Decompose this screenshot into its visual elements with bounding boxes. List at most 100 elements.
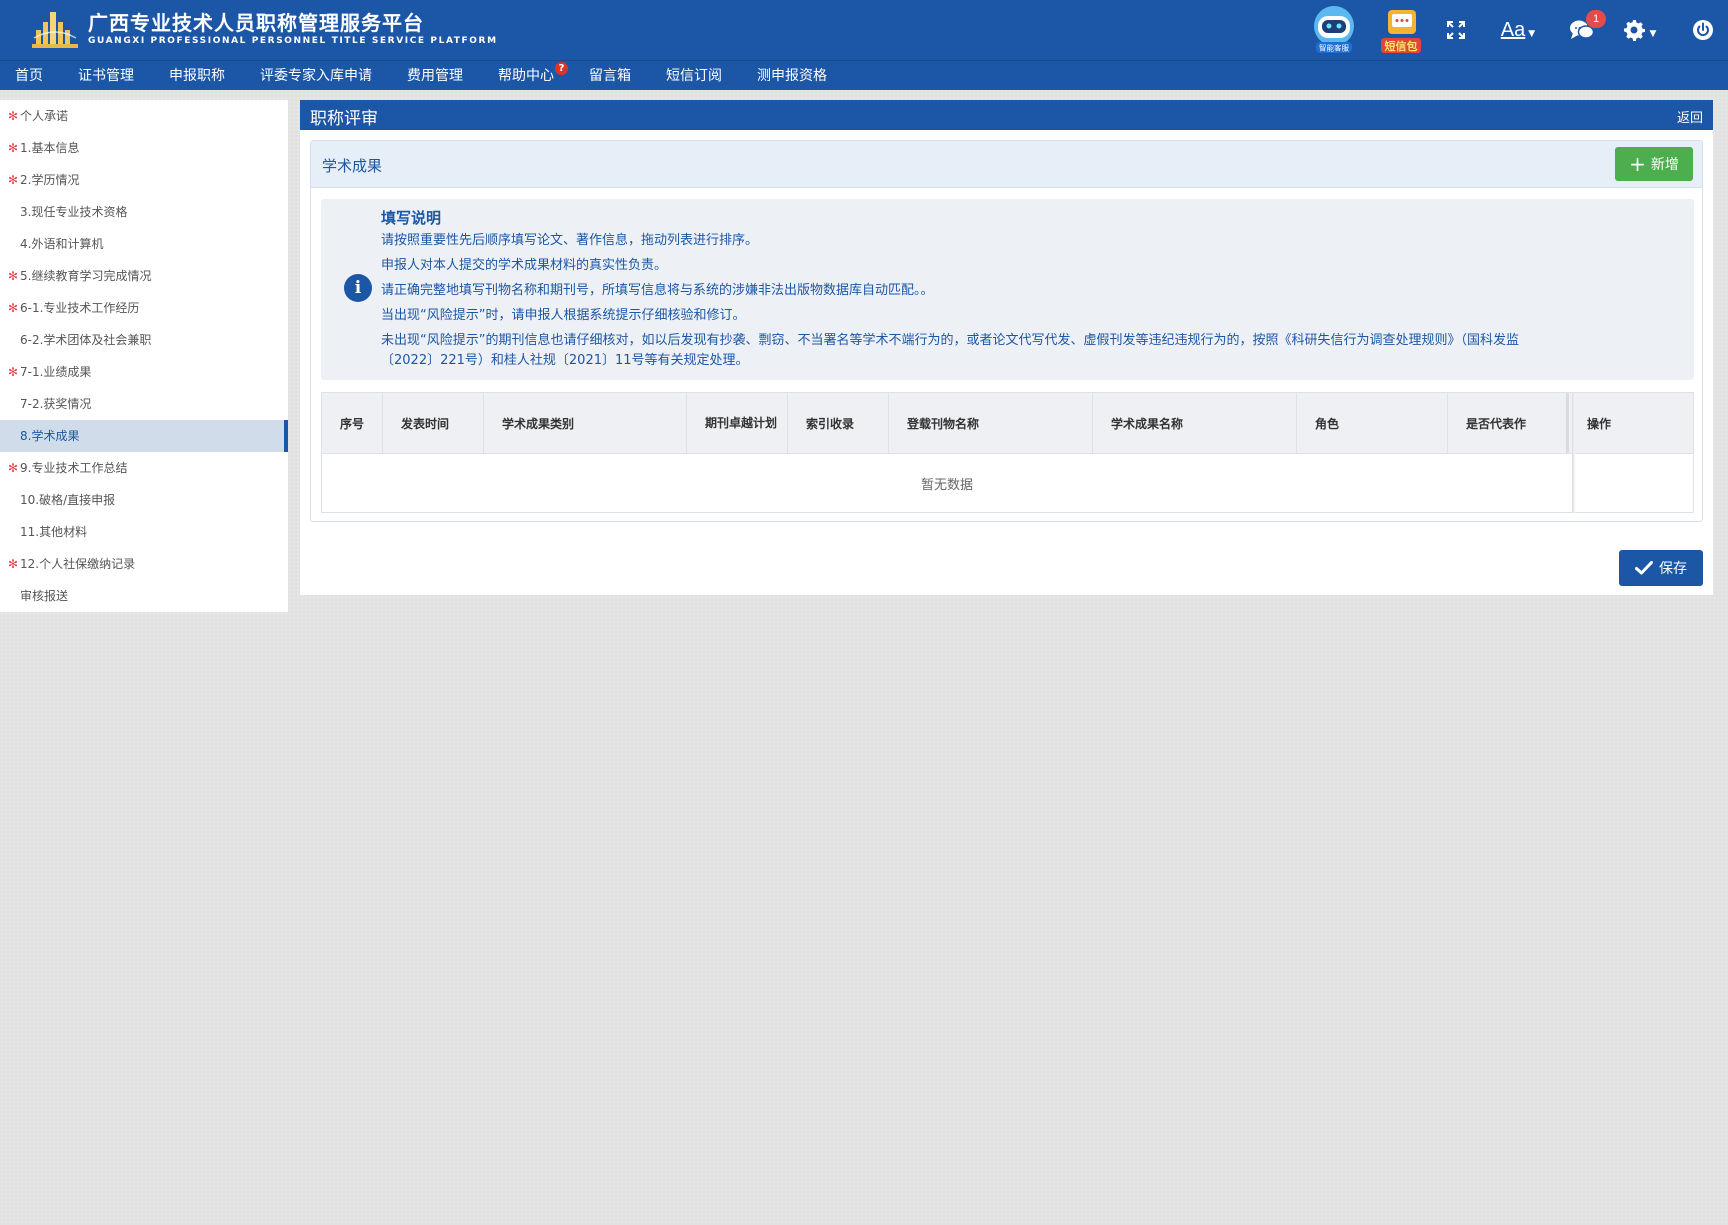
settings-dropdown[interactable]: ▼ bbox=[1614, 0, 1664, 60]
caret-down-icon: ▼ bbox=[1649, 29, 1657, 39]
back-link[interactable]: 返回 bbox=[1677, 107, 1703, 126]
column-header-index[interactable]: 序号 bbox=[322, 393, 383, 453]
sidebar-item-current-qualification[interactable]: 3.现任专业技术资格 bbox=[0, 196, 288, 228]
sidebar-item-academic-groups[interactable]: 6-2.学术团体及社会兼职 bbox=[0, 324, 288, 356]
column-header-actions: 操作 bbox=[1587, 416, 1612, 431]
nav-apply-title[interactable]: 申报职称 bbox=[154, 61, 245, 91]
instruction-line: 请正确完整地填写刊物名称和期刊号，所填写信息将与系统的涉嫌非法出版物数据库自动匹… bbox=[381, 283, 934, 298]
required-asterisk-icon: ✻ bbox=[8, 557, 19, 571]
fullscreen-button[interactable] bbox=[1440, 0, 1472, 60]
robot-icon: 智能客服 bbox=[1314, 6, 1354, 53]
column-header-index-inclusion[interactable]: 索引收录 bbox=[788, 393, 889, 453]
instructions-box: i 填写说明 请按照重要性先后顺序填写论文、著作信息，拖动列表进行排序。 申报人… bbox=[321, 199, 1694, 380]
sidebar-item-continuing-education[interactable]: ✻ 5.继续教育学习完成情况 bbox=[0, 260, 288, 292]
caret-down-icon: ▼ bbox=[1528, 29, 1536, 39]
top-header: 广西专业技术人员职称管理服务平台 GUANGXI PROFESSIONAL PE… bbox=[0, 0, 1728, 60]
svg-text:智能客服: 智能客服 bbox=[1319, 43, 1349, 53]
required-asterisk-icon: ✻ bbox=[8, 365, 19, 379]
nav-certificates[interactable]: 证书管理 bbox=[63, 61, 154, 91]
sidebar-item-exceptional-application[interactable]: 10.破格/直接申报 bbox=[0, 484, 288, 516]
save-button[interactable]: 保存 bbox=[1619, 550, 1703, 586]
sidebar-item-academic-achievements[interactable]: 8.学术成果 bbox=[0, 420, 288, 452]
building-logo-icon bbox=[30, 8, 80, 50]
power-icon bbox=[1693, 20, 1713, 40]
column-header-excellence-plan[interactable]: 期刊卓越计划 bbox=[687, 393, 788, 453]
panel-header: 职称评审 返回 bbox=[300, 100, 1713, 130]
main-panel: 职称评审 返回 学术成果 + 新增 i 填写说明 请按照重要性先后顺序填写论文、… bbox=[300, 100, 1713, 595]
column-header-role[interactable]: 角色 bbox=[1297, 393, 1448, 453]
instruction-line: 〔2022〕221号）和桂人社规〔2021〕11号等有关规定处理。 bbox=[381, 353, 749, 368]
empty-state-text: 暂无数据 bbox=[920, 478, 973, 493]
sidebar-item-submit-review[interactable]: 审核报送 bbox=[0, 580, 288, 612]
add-button[interactable]: + 新增 bbox=[1615, 147, 1693, 181]
sidebar-item-label: 9.专业技术工作总结 bbox=[20, 461, 128, 475]
sidebar-item-label: 12.个人社保缴纳记录 bbox=[20, 557, 136, 571]
logout-button[interactable] bbox=[1686, 0, 1720, 60]
info-icon: i bbox=[344, 274, 372, 302]
sidebar-item-label: 7-2.获奖情况 bbox=[20, 397, 92, 411]
sidebar-item-label: 10.破格/直接申报 bbox=[20, 493, 116, 507]
instruction-line: 未出现“风险提示”的期刊信息也请仔细核对，如以后发现有抄袭、剽窃、不当署名等学术… bbox=[381, 333, 1519, 348]
sidebar-item-label: 4.外语和计算机 bbox=[20, 237, 104, 251]
required-asterisk-icon: ✻ bbox=[8, 301, 19, 315]
help-question-icon: ? bbox=[555, 61, 568, 75]
sidebar-item-basic-info[interactable]: ✻ 1.基本信息 bbox=[0, 132, 288, 164]
nav-message-box[interactable]: 留言箱 bbox=[574, 61, 651, 91]
sidebar-item-other-materials[interactable]: 11.其他材料 bbox=[0, 516, 288, 548]
smart-service-button[interactable]: 智能客服 bbox=[1308, 0, 1360, 60]
sidebar-item-social-security[interactable]: ✻ 12.个人社保缴纳记录 bbox=[0, 548, 288, 580]
required-asterisk-icon: ✻ bbox=[8, 173, 19, 187]
sidebar-item-work-summary[interactable]: ✻ 9.专业技术工作总结 bbox=[0, 452, 288, 484]
step-sidebar: ✻ 个人承诺 ✻ 1.基本信息 ✻ 2.学历情况 3.现任专业技术资格 4.外语和计算… bbox=[0, 100, 288, 612]
sidebar-item-awards[interactable]: 7-2.获奖情况 bbox=[0, 388, 288, 420]
sidebar-item-label: 11.其他材料 bbox=[20, 525, 88, 539]
add-button-label: 新增 bbox=[1650, 157, 1679, 173]
required-asterisk-icon: ✻ bbox=[8, 461, 19, 475]
sidebar-item-label: 审核报送 bbox=[20, 589, 69, 603]
sms-package-icon: 短信包 bbox=[1381, 10, 1421, 53]
sidebar-item-label: 8.学术成果 bbox=[20, 429, 80, 443]
plus-icon: + bbox=[1629, 152, 1646, 176]
sidebar-item-label: 7-1.业绩成果 bbox=[20, 365, 92, 379]
messages-button[interactable]: 1 bbox=[1562, 0, 1606, 60]
column-header-publish-time[interactable]: 发表时间 bbox=[383, 393, 484, 453]
instruction-line: 当出现“风险提示”时，请申报人根据系统提示仔细核验和修订。 bbox=[381, 308, 746, 323]
sidebar-item-work-experience[interactable]: ✻ 6-1.专业技术工作经历 bbox=[0, 292, 288, 324]
table-body: 暂无数据 bbox=[322, 454, 1693, 513]
column-header-journal-name[interactable]: 登载刊物名称 bbox=[889, 393, 1093, 453]
column-header-representative[interactable]: 是否代表作 bbox=[1448, 393, 1569, 453]
nav-sms-subscription[interactable]: 短信订阅 bbox=[651, 61, 742, 91]
message-count-badge: 1 bbox=[1586, 10, 1606, 28]
achievements-table: 序号 发表时间 学术成果类别 期刊卓越计划 索引收录 登载刊物名称 学术成果名称… bbox=[321, 392, 1694, 513]
sidebar-item-education[interactable]: ✻ 2.学历情况 bbox=[0, 164, 288, 196]
sidebar-item-performance[interactable]: ✻ 7-1.业绩成果 bbox=[0, 356, 288, 388]
required-asterisk-icon: ✻ bbox=[8, 109, 19, 123]
page-title: 职称评审 bbox=[310, 109, 378, 129]
table-header: 序号 发表时间 学术成果类别 期刊卓越计划 索引收录 登载刊物名称 学术成果名称… bbox=[322, 393, 1693, 454]
platform-title: 广西专业技术人员职称管理服务平台 bbox=[88, 11, 424, 35]
checkmark-icon bbox=[1635, 561, 1653, 575]
sidebar-item-language-computer[interactable]: 4.外语和计算机 bbox=[0, 228, 288, 260]
expand-icon bbox=[1447, 21, 1465, 39]
platform-logo[interactable]: 广西专业技术人员职称管理服务平台 GUANGXI PROFESSIONAL PE… bbox=[30, 8, 498, 50]
card-header: 学术成果 + 新增 bbox=[311, 141, 1702, 188]
sidebar-item-label: 6-1.专业技术工作经历 bbox=[20, 301, 140, 315]
instructions-title: 填写说明 bbox=[381, 209, 442, 227]
font-size-label: Aa bbox=[1500, 18, 1526, 41]
column-header-achievement-name[interactable]: 学术成果名称 bbox=[1093, 393, 1297, 453]
nav-eligibility-test[interactable]: 测申报资格 bbox=[742, 61, 847, 91]
sidebar-item-label: 6-2.学术团体及社会兼职 bbox=[20, 333, 152, 347]
nav-expert-application[interactable]: 评委专家入库申请 bbox=[245, 61, 392, 91]
academic-achievements-card: 学术成果 + 新增 i 填写说明 请按照重要性先后顺序填写论文、著作信息，拖动列… bbox=[310, 140, 1703, 522]
sms-package-button[interactable]: 短信包 bbox=[1376, 0, 1426, 60]
sidebar-item-label: 5.继续教育学习完成情况 bbox=[20, 269, 152, 283]
font-size-dropdown[interactable]: Aa ▼ bbox=[1494, 0, 1542, 60]
nav-help-center[interactable]: 帮助中心 ? bbox=[483, 61, 574, 91]
instruction-line: 申报人对本人提交的学术成果材料的真实性负责。 bbox=[381, 258, 668, 273]
nav-fees[interactable]: 费用管理 bbox=[392, 61, 483, 91]
sidebar-item-commitment[interactable]: ✻ 个人承诺 bbox=[0, 100, 288, 132]
nav-home[interactable]: 首页 bbox=[0, 61, 63, 91]
card-title: 学术成果 bbox=[322, 157, 383, 175]
column-header-category[interactable]: 学术成果类别 bbox=[484, 393, 687, 453]
platform-subtitle: GUANGXI PROFESSIONAL PERSONNEL TITLE SER… bbox=[88, 36, 498, 46]
